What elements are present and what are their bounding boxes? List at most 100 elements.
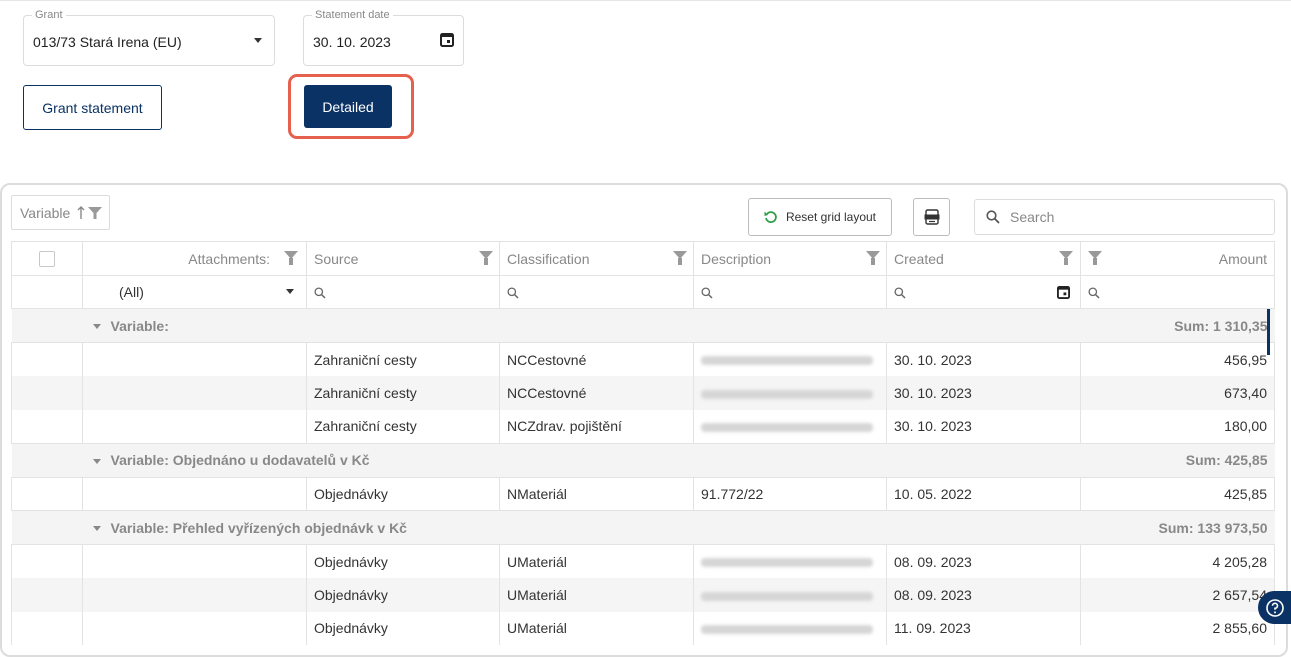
filter-icon[interactable] — [866, 251, 880, 265]
vertical-scrollbar-thumb[interactable] — [1267, 309, 1270, 355]
group-row[interactable]: Variable: Sum: 1 310,35 — [11, 308, 1275, 343]
top-divider — [0, 0, 1291, 1]
source-filter[interactable] — [306, 275, 500, 309]
description-cell: 91.772/22 — [693, 477, 887, 511]
created-filter[interactable] — [886, 275, 1081, 309]
sort-up-icon[interactable] — [76, 205, 86, 220]
attachments-cell — [82, 342, 307, 376]
classification-cell: NMateriál — [499, 477, 694, 511]
classification-cell: UMateriál — [499, 611, 694, 645]
filter-icon[interactable] — [1088, 251, 1102, 265]
description-cell — [693, 376, 887, 410]
classification-filter[interactable] — [499, 275, 694, 309]
chevron-down-icon[interactable] — [92, 458, 101, 464]
column-header-description[interactable]: Description — [693, 241, 887, 276]
grant-statement-button[interactable]: Grant statement — [23, 85, 162, 130]
grid-search-box[interactable] — [974, 199, 1275, 235]
description-cell — [693, 409, 887, 443]
classification-cell: NCCestovné — [499, 342, 694, 376]
chevron-down-icon[interactable] — [92, 324, 101, 330]
group-sum: Sum: 425,85 — [1080, 442, 1275, 478]
source-cell: Zahraniční cesty — [306, 376, 500, 410]
statement-date-field[interactable]: Statement date 30. 10. 2023 — [303, 9, 464, 66]
source-cell: Objednávky — [306, 477, 500, 511]
attachments-filter-value: (All) — [119, 284, 144, 300]
excel-export-button[interactable] — [913, 198, 950, 236]
description-filter[interactable] — [693, 275, 887, 309]
source-cell: Objednávky — [306, 544, 500, 578]
table-row[interactable]: Zahraniční cesty NCZdrav. pojištění 30. … — [11, 409, 1275, 443]
excel-export-icon — [924, 209, 939, 225]
column-header-attachments[interactable]: Attachments: — [82, 241, 307, 276]
refresh-icon — [764, 211, 777, 223]
select-all-cell[interactable] — [11, 241, 83, 276]
attachments-cell — [82, 578, 307, 612]
column-header-label: Classification — [507, 250, 590, 267]
filter-icon[interactable] — [479, 251, 493, 265]
created-cell: 30. 10. 2023 — [886, 409, 1081, 443]
source-cell: Zahraniční cesty — [306, 342, 500, 376]
group-label: Variable: — [110, 317, 169, 334]
row-cell-empty — [11, 376, 83, 410]
group-row[interactable]: Variable: Objednáno u dodavatelů v Kč Su… — [11, 442, 1275, 478]
amount-cell: 2 657,54 — [1080, 578, 1275, 612]
table-row[interactable]: Objednávky NMateriál 91.772/22 10. 05. 2… — [11, 477, 1275, 511]
group-indent — [11, 442, 83, 478]
filter-icon[interactable] — [1059, 251, 1073, 265]
column-header-label: Amount — [1218, 250, 1267, 267]
filter-icon[interactable] — [673, 251, 687, 265]
source-cell: Zahraniční cesty — [306, 409, 500, 443]
filter-icon[interactable] — [284, 251, 298, 265]
chevron-down-icon[interactable] — [286, 289, 294, 294]
group-row[interactable]: Variable: Přehled vyřízených objednávk v… — [11, 510, 1275, 545]
created-cell: 08. 09. 2023 — [886, 578, 1081, 612]
detailed-button[interactable]: Detailed — [304, 85, 392, 128]
calendar-icon[interactable] — [1057, 285, 1070, 299]
search-icon — [701, 287, 713, 299]
attachments-cell — [82, 477, 307, 511]
column-header-created[interactable]: Created — [886, 241, 1081, 276]
redacted-text — [701, 389, 873, 399]
created-cell: 08. 09. 2023 — [886, 544, 1081, 578]
help-icon — [1265, 598, 1284, 617]
search-icon — [314, 287, 326, 299]
table-row[interactable]: Objednávky UMateriál 11. 09. 2023 2 855,… — [11, 611, 1275, 645]
column-header-label: Created — [894, 250, 944, 267]
attachments-cell — [82, 611, 307, 645]
column-header-label: Source — [314, 250, 359, 267]
table-row[interactable]: Zahraniční cesty NCCestovné 30. 10. 2023… — [11, 342, 1275, 376]
group-indent — [11, 510, 83, 545]
attachments-filter[interactable]: (All) — [82, 275, 307, 309]
classification-cell: NCZdrav. pojištění — [499, 409, 694, 443]
select-all-checkbox[interactable] — [39, 250, 55, 267]
chevron-down-icon[interactable] — [92, 526, 101, 532]
amount-cell: 673,40 — [1080, 376, 1275, 410]
calendar-icon[interactable] — [440, 32, 454, 47]
group-label: Variable: Objednáno u dodavatelů v Kč — [110, 452, 370, 468]
chevron-down-icon[interactable] — [254, 38, 262, 43]
column-header-amount[interactable]: Amount — [1080, 241, 1275, 276]
column-header-source[interactable]: Source — [306, 241, 500, 276]
amount-filter[interactable] — [1080, 275, 1275, 309]
table-row[interactable]: Objednávky UMateriál 08. 09. 2023 2 657,… — [11, 578, 1275, 612]
column-header-classification[interactable]: Classification — [499, 241, 694, 276]
group-by-label: Variable — [20, 204, 71, 221]
search-input[interactable] — [1008, 208, 1262, 226]
table-row[interactable]: Objednávky UMateriál 08. 09. 2023 4 205,… — [11, 544, 1275, 578]
help-button[interactable] — [1258, 591, 1291, 624]
grant-select[interactable]: Grant 013/73 Stará Irena (EU) — [23, 9, 275, 66]
amount-cell: 456,95 — [1080, 342, 1275, 376]
reset-grid-layout-button[interactable]: Reset grid layout — [748, 198, 892, 236]
amount-cell: 2 855,60 — [1080, 611, 1275, 645]
redacted-text — [701, 625, 873, 635]
source-cell: Objednávky — [306, 611, 500, 645]
group-label-cell: Variable: Přehled vyřízených objednávk v… — [82, 510, 1081, 545]
table-row[interactable]: Zahraniční cesty NCCestovné 30. 10. 2023… — [11, 376, 1275, 410]
description-cell — [693, 578, 887, 612]
group-label-cell: Variable: Objednáno u dodavatelů v Kč — [82, 442, 1081, 478]
group-by-chip[interactable]: Variable — [11, 195, 110, 230]
column-header-label: Description — [701, 250, 772, 267]
filter-icon[interactable] — [88, 206, 103, 220]
attachments-cell — [82, 376, 307, 410]
group-sum: Sum: 1 310,35 — [1080, 308, 1275, 343]
